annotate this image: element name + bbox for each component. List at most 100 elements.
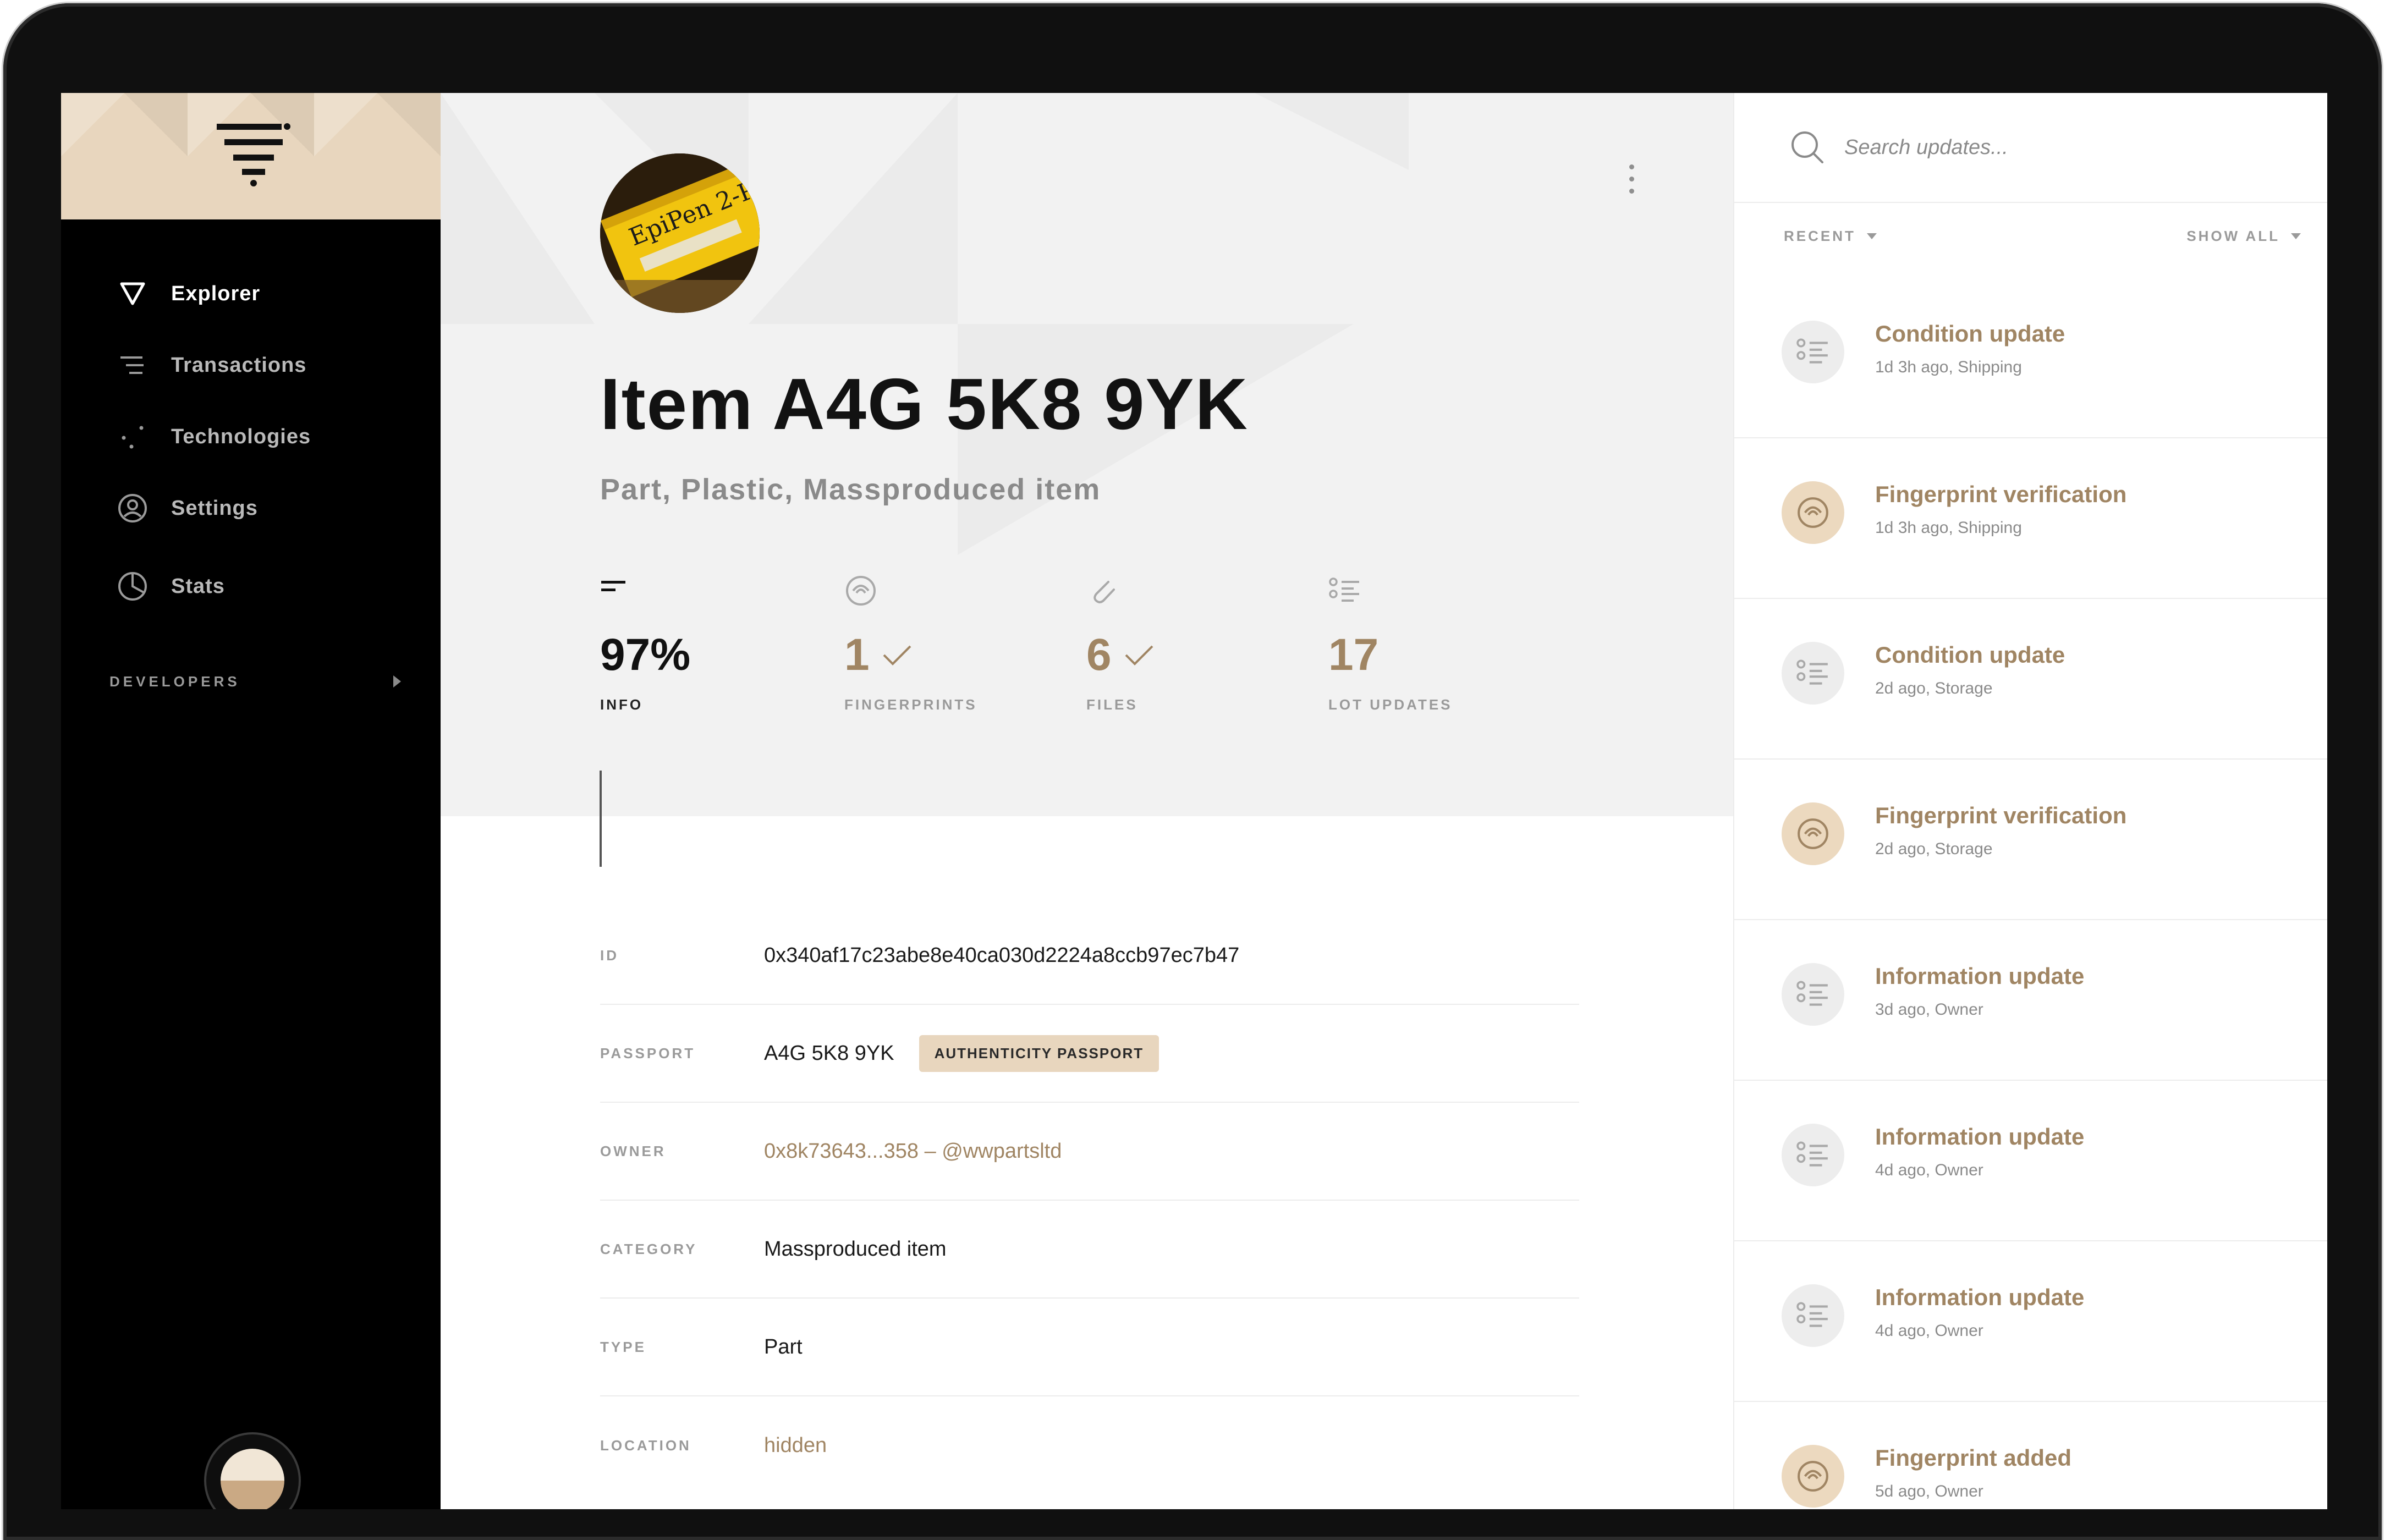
detail-row-type: TYPE Part xyxy=(600,1299,1579,1396)
item-header: EpiPen 2-Pak Item A4G 5K8 9YK Part, Plas… xyxy=(441,93,1733,816)
stat-label: FILES xyxy=(1086,696,1138,713)
page-subtitle: Part, Plastic, Massproduced item xyxy=(600,473,1101,506)
detail-value: 0x340af17c23abe8e40ca030d2224a8ccb97ec7b… xyxy=(764,943,1240,967)
brand-logo-icon[interactable] xyxy=(217,122,290,188)
stat-value: 17 xyxy=(1328,630,1379,680)
sidebar-item-transactions[interactable]: Transactions xyxy=(61,329,441,401)
detail-label: LOCATION xyxy=(600,1437,691,1454)
recent-filter-dropdown[interactable]: RECENT xyxy=(1784,228,1877,245)
stat-value-with-check: 6 xyxy=(1086,629,1155,681)
update-item[interactable]: Information update 3d ago, Owner xyxy=(1734,920,2327,1081)
more-options-icon[interactable] xyxy=(1620,164,1642,197)
detail-row-owner: OWNER 0x8k73643...358 – @wwpartsltd xyxy=(600,1103,1579,1201)
stat-value: 97% xyxy=(600,630,691,680)
fingerprint-icon xyxy=(1782,481,1844,544)
authenticity-badge[interactable]: AUTHENTICITY PASSPORT xyxy=(919,1035,1159,1072)
update-meta: 4d ago, Owner xyxy=(1875,1161,1983,1179)
list-lines-icon xyxy=(116,349,149,382)
search-bar xyxy=(1734,93,2327,203)
screen: Explorer Transactions Technologies Setti… xyxy=(61,93,2327,1509)
update-meta: 4d ago, Owner xyxy=(1875,1322,1983,1340)
update-filters: RECENT SHOW ALL xyxy=(1734,214,2327,258)
update-item[interactable]: Information update 4d ago, Owner xyxy=(1734,1081,2327,1241)
bg-triangle xyxy=(1255,93,1409,170)
stat-files[interactable]: 6 FILES xyxy=(1086,574,1317,717)
list-icon xyxy=(1782,1124,1844,1186)
detail-label: CATEGORY xyxy=(600,1240,697,1257)
update-meta: 2d ago, Storage xyxy=(1875,840,1993,858)
fingerprint-icon xyxy=(1782,1445,1844,1508)
pie-chart-icon xyxy=(116,570,149,603)
stat-lot-updates[interactable]: 17 LOT UPDATES xyxy=(1328,574,1559,717)
detail-label: ID xyxy=(600,947,619,964)
update-meta: 5d ago, Owner xyxy=(1875,1482,1983,1500)
update-title: Information update xyxy=(1875,963,2085,989)
updates-list: Condition update 1d 3h ago, Shipping Finge… xyxy=(1734,278,2327,1509)
sidebar-item-settings[interactable]: Settings xyxy=(61,472,441,544)
brand-header xyxy=(61,93,441,219)
stat-fingerprints[interactable]: 1 FINGERPRINTS xyxy=(844,574,1075,717)
device-frame: Explorer Transactions Technologies Setti… xyxy=(3,3,2382,1540)
show-all-dropdown[interactable]: SHOW ALL xyxy=(2186,228,2301,245)
update-meta: 3d ago, Owner xyxy=(1875,1000,1983,1019)
sidebar-item-label: Stats xyxy=(171,574,225,598)
filter-label: RECENT xyxy=(1784,227,1856,244)
sidebar-item-label: Technologies xyxy=(171,425,311,448)
update-item[interactable]: Fingerprint verification 1d 3h ago, Shipp… xyxy=(1734,438,2327,599)
list-icon xyxy=(1782,321,1844,383)
stat-info[interactable]: 97% INFO xyxy=(600,574,831,717)
list-icon xyxy=(1782,963,1844,1026)
sidebar-item-stats[interactable]: Stats xyxy=(61,551,441,622)
update-item[interactable]: Condition update 1d 3h ago, Shipping xyxy=(1734,278,2327,438)
item-details: ID 0x340af17c23abe8e40ca030d2224a8ccb97e… xyxy=(600,907,1579,1494)
update-item[interactable]: Fingerprint verification 2d ago, Storage xyxy=(1734,760,2327,920)
sidebar-item-technologies[interactable]: Technologies xyxy=(61,401,441,472)
detail-row-passport: PASSPORT A4G 5K8 9YK AUTHENTICITY PASSPO… xyxy=(600,1005,1579,1103)
location-link[interactable]: hidden xyxy=(764,1434,827,1458)
list-icon xyxy=(1329,578,1359,602)
lines-icon xyxy=(601,581,625,591)
detail-row-location: LOCATION hidden xyxy=(600,1396,1579,1494)
detail-value: A4G 5K8 9YK AUTHENTICITY PASSPORT xyxy=(764,1035,1159,1072)
checkmark-icon xyxy=(883,645,911,666)
detail-value: Part xyxy=(764,1335,803,1358)
stat-label: FINGERPRINTS xyxy=(844,696,977,713)
sidebar-nav: Explorer Transactions Technologies Setti… xyxy=(61,258,441,622)
detail-label: TYPE xyxy=(600,1338,646,1355)
owner-link[interactable]: 0x8k73643...358 – @wwpartsltd xyxy=(764,1140,1062,1163)
detail-row-category: CATEGORY Massproduced item xyxy=(600,1201,1579,1299)
developers-section-toggle[interactable]: DEVELOPERS xyxy=(109,665,401,698)
update-item[interactable]: Fingerprint added 5d ago, Owner xyxy=(1734,1402,2327,1509)
update-meta: 1d 3h ago, Shipping xyxy=(1875,519,2022,537)
sidebar-item-label: Explorer xyxy=(171,282,261,305)
list-icon xyxy=(1782,1284,1844,1347)
detail-label: PASSPORT xyxy=(600,1044,696,1062)
chevron-down-icon xyxy=(1866,233,1877,239)
paperclip-icon xyxy=(1093,581,1115,603)
search-icon xyxy=(1792,131,1823,163)
bg-triangle xyxy=(749,93,958,324)
filter-label: SHOW ALL xyxy=(2186,227,2280,244)
update-title: Fingerprint verification xyxy=(1875,481,2127,507)
update-meta: 2d ago, Storage xyxy=(1875,679,1993,697)
detail-label: OWNER xyxy=(600,1142,666,1159)
update-title: Information update xyxy=(1875,1284,2085,1310)
update-item[interactable]: Condition update 2d ago, Storage xyxy=(1734,599,2327,760)
sidebar-item-label: Transactions xyxy=(171,353,307,377)
item-image: EpiPen 2-Pak xyxy=(600,153,760,313)
sidebar-item-explorer[interactable]: Explorer xyxy=(61,258,441,329)
developers-label: DEVELOPERS xyxy=(109,673,240,690)
dots-icon xyxy=(116,420,149,453)
chevron-down-icon xyxy=(2291,233,2301,239)
detail-row-id: ID 0x340af17c23abe8e40ca030d2224a8ccb97e… xyxy=(600,907,1579,1005)
update-title: Fingerprint added xyxy=(1875,1445,2071,1471)
search-input[interactable] xyxy=(1844,135,2295,160)
bg-triangle xyxy=(441,93,595,324)
stat-value: 6 xyxy=(1086,630,1112,680)
avatar[interactable] xyxy=(204,1432,301,1509)
sidebar: Explorer Transactions Technologies Setti… xyxy=(61,93,441,1509)
update-title: Condition update xyxy=(1875,642,2065,668)
user-circle-icon xyxy=(116,492,149,525)
stat-label: INFO xyxy=(600,696,644,713)
update-item[interactable]: Information update 4d ago, Owner xyxy=(1734,1241,2327,1402)
